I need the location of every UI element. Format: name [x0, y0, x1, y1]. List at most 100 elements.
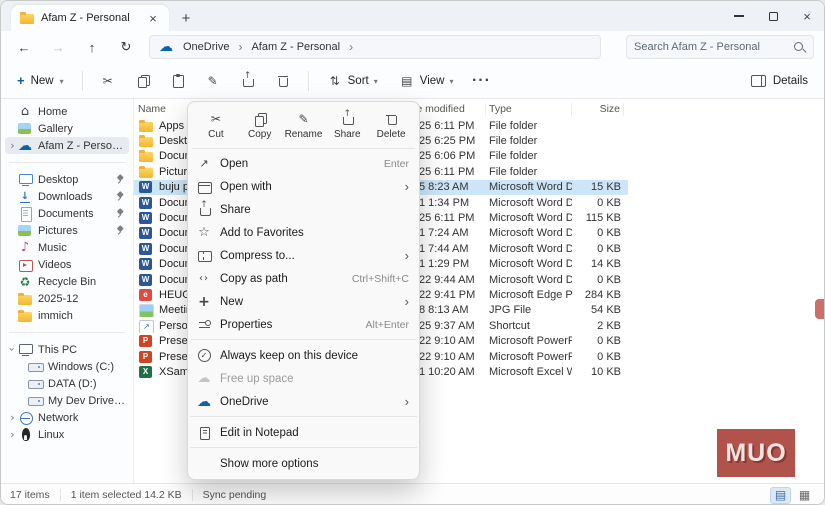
context-menu-item[interactable]: Always keep on this device [192, 344, 415, 367]
context-menu-item[interactable]: Open Enter [192, 152, 415, 175]
context-menu-item[interactable]: Edit in Notepad [192, 421, 415, 444]
chevron-right-icon[interactable] [8, 138, 17, 154]
window-controls [722, 1, 824, 31]
new-button[interactable]: + New [11, 69, 70, 92]
chevron-spacer[interactable] [18, 393, 27, 409]
sidebar-item[interactable]: Network [5, 409, 129, 426]
quick-action-button[interactable]: Rename [282, 108, 326, 143]
chevron-down-icon[interactable] [8, 342, 17, 358]
chevron-spacer[interactable] [8, 291, 17, 307]
tab-close-icon[interactable] [145, 10, 161, 26]
quick-action-button[interactable]: Delete [369, 108, 413, 143]
desktop-icon [17, 173, 33, 187]
toolbar-button[interactable] [130, 68, 156, 94]
search-box[interactable] [626, 35, 814, 59]
sidebar-item[interactable]: Recycle Bin [5, 273, 129, 290]
file-type: Microsoft Excel W... [486, 366, 572, 378]
search-icon[interactable] [792, 40, 806, 54]
up-button[interactable] [79, 35, 105, 59]
toolbar-button[interactable] [95, 68, 121, 94]
file-name: Apps [159, 120, 184, 132]
sidebar-item[interactable]: This PC [5, 341, 129, 358]
details-pane-button[interactable]: Details [745, 71, 814, 91]
toolbar-button[interactable] [200, 68, 226, 94]
chevron-right-icon[interactable] [8, 410, 17, 426]
sidebar-item[interactable]: My Dev Drive (E:) [5, 392, 129, 409]
chevron-right-icon[interactable] [238, 40, 242, 54]
minimize-button[interactable] [722, 1, 756, 31]
chevron-spacer[interactable] [8, 274, 17, 290]
sidebar-item[interactable]: Music [5, 239, 129, 256]
chevron-spacer[interactable] [8, 257, 17, 273]
search-input[interactable] [634, 41, 788, 53]
context-menu-item[interactable]: OneDrive [192, 390, 415, 413]
sidebar-item[interactable]: Linux [5, 426, 129, 443]
context-menu-item[interactable]: Properties Alt+Enter [192, 313, 415, 336]
thumbnails-view-button[interactable] [794, 487, 815, 504]
sidebar-item[interactable]: Home [5, 103, 129, 120]
sidebar-item[interactable]: Videos [5, 256, 129, 273]
menu-item-label: Show more options [220, 458, 318, 470]
context-menu-item[interactable]: Open with [192, 175, 415, 198]
chevron-down-icon [60, 75, 64, 87]
context-menu-item[interactable]: Show more options [192, 452, 415, 475]
quick-action-button[interactable]: Cut [194, 108, 238, 143]
column-header-type[interactable]: Type [486, 103, 572, 116]
file-size: 0 KB [572, 351, 624, 363]
quick-action-button[interactable]: Share [325, 108, 369, 143]
sidebar-item[interactable]: immich [5, 307, 129, 324]
see-more-button[interactable] [468, 68, 494, 94]
sidebar-item[interactable]: Desktop [5, 171, 129, 188]
view-button[interactable]: View [393, 69, 460, 93]
context-menu-item[interactable]: Share [192, 198, 415, 221]
context-menu-item[interactable]: Compress to... [192, 244, 415, 267]
sidebar-item[interactable]: Windows (C:) [5, 358, 129, 375]
new-tab-button[interactable] [173, 5, 199, 31]
chevron-right-icon[interactable] [349, 40, 353, 54]
properties-icon [196, 317, 212, 333]
chevron-spacer[interactable] [8, 240, 17, 256]
sidebar-item[interactable]: Gallery [5, 120, 129, 137]
sidebar-item[interactable]: 2025-12 [5, 290, 129, 307]
chevron-spacer[interactable] [8, 308, 17, 324]
context-menu-item[interactable]: New [192, 290, 415, 313]
chevron-right-icon[interactable] [8, 427, 17, 443]
toolbar-button[interactable] [235, 68, 261, 94]
details-view-button[interactable] [770, 487, 791, 504]
sidebar-item[interactable]: Afam Z - Personal [5, 137, 129, 154]
breadcrumb-onedrive[interactable]: OneDrive [181, 39, 231, 55]
toolbar-button[interactable] [165, 68, 191, 94]
chevron-spacer[interactable] [8, 189, 17, 205]
context-menu-item[interactable]: Add to Favorites [192, 221, 415, 244]
chevron-spacer[interactable] [8, 121, 17, 137]
submenu-chevron-icon [397, 294, 409, 309]
chevron-spacer[interactable] [8, 104, 17, 120]
sidebar-item[interactable]: Pictures [5, 222, 129, 239]
open-with-icon [196, 179, 212, 195]
back-button[interactable] [11, 35, 37, 59]
explorer-tab[interactable]: Afam Z - Personal [11, 5, 169, 31]
forward-button[interactable] [45, 35, 71, 59]
file-type: Microsoft Word D... [486, 243, 572, 255]
toolbar-button[interactable] [270, 68, 296, 94]
sort-button[interactable]: Sort [321, 69, 384, 93]
chevron-spacer[interactable] [8, 223, 17, 239]
context-menu-item[interactable]: Free up space [192, 367, 415, 390]
column-header-size[interactable]: Size [572, 103, 624, 116]
sidebar-item[interactable]: Downloads [5, 188, 129, 205]
quick-action-button[interactable]: Copy [238, 108, 282, 143]
chevron-spacer[interactable] [8, 206, 17, 222]
maximize-button[interactable] [756, 1, 790, 31]
sidebar-item[interactable]: DATA (D:) [5, 375, 129, 392]
sidebar-item[interactable]: Documents [5, 205, 129, 222]
refresh-button[interactable] [113, 35, 139, 59]
context-menu-item[interactable]: Copy as path Ctrl+Shift+C [192, 267, 415, 290]
breadcrumb-current[interactable]: Afam Z - Personal [249, 39, 342, 55]
submenu-chevron-icon [397, 248, 409, 263]
chevron-spacer[interactable] [18, 376, 27, 392]
toolbar-divider [308, 71, 309, 91]
chevron-spacer[interactable] [18, 359, 27, 375]
close-button[interactable] [790, 1, 824, 31]
address-bar[interactable]: OneDrive Afam Z - Personal [149, 35, 601, 59]
chevron-spacer[interactable] [8, 172, 17, 188]
